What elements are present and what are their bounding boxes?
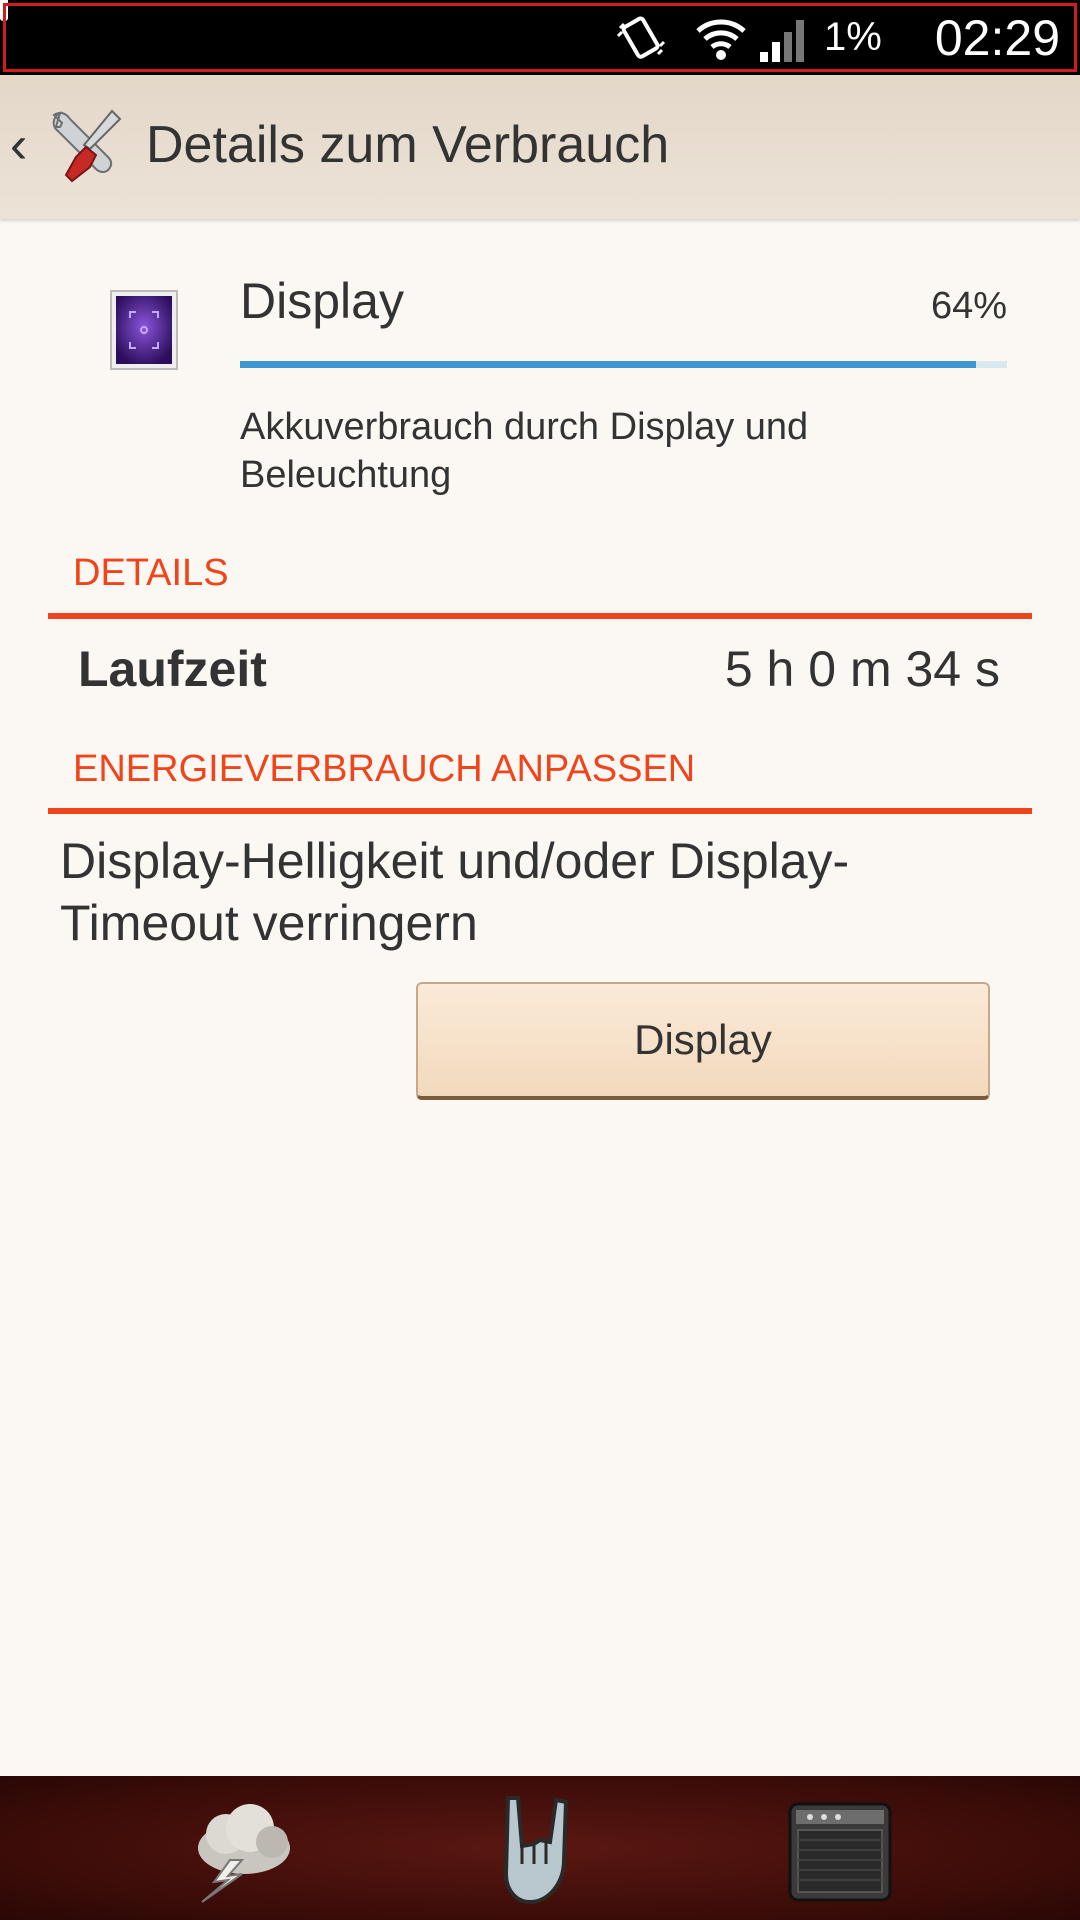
storm-cloud-icon[interactable]: [184, 1790, 304, 1910]
settings-tools-icon[interactable]: [46, 105, 126, 185]
usage-progress-bar: [240, 361, 1007, 368]
rock-hand-icon[interactable]: [478, 1790, 598, 1910]
details-section-title: DETAILS: [73, 552, 229, 594]
battery-icon: [0, 0, 1077, 72]
action-bar: ‹ Details zum Verbrauch: [0, 75, 1080, 219]
clock: 02:29: [934, 9, 1060, 66]
status-bar: 1% 02:29: [0, 0, 1080, 75]
back-chevron-icon[interactable]: ‹: [10, 119, 27, 171]
page-title: Details zum Verbrauch: [146, 116, 670, 174]
adjust-section-title: ENERGIEVERBRAUCH ANPASSEN: [73, 748, 696, 790]
usage-name: Display: [240, 273, 404, 329]
usage-description: Akkuverbrauch durch Display und Beleucht…: [240, 406, 809, 496]
runtime-value: 5 h 0 m 34 s: [724, 641, 1000, 697]
bottom-dock: [0, 1776, 1080, 1920]
usage-progress-fill: [240, 361, 977, 368]
usage-percent: 64%: [930, 285, 1007, 327]
amplifier-icon[interactable]: [780, 1790, 900, 1910]
details-divider: [48, 613, 1032, 619]
runtime-label: Laufzeit: [78, 641, 267, 697]
display-icon: [110, 290, 178, 370]
adjust-divider: [48, 808, 1032, 814]
tip-text: Display-Helligkeit und/oder Display-Time…: [60, 833, 850, 951]
display-settings-button[interactable]: Display: [416, 982, 990, 1100]
